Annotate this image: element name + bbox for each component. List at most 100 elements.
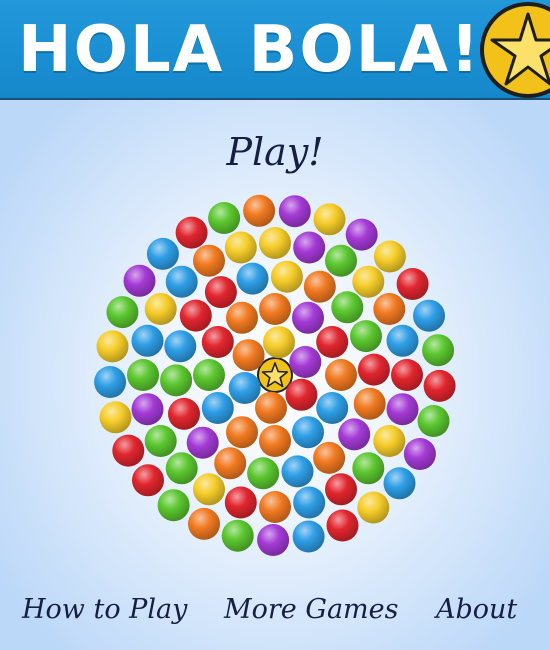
ball-yellow[interactable] [357,491,390,524]
ball-blue[interactable] [94,366,127,398]
ball-green[interactable] [221,519,254,552]
about-link[interactable]: About [436,586,517,634]
ball-red[interactable] [201,326,234,358]
ball-yellow[interactable] [313,203,346,236]
ball-orange[interactable] [193,244,225,277]
ball-blue[interactable] [292,520,325,553]
ball-green[interactable] [160,364,193,397]
ball-purple[interactable] [338,418,371,451]
ball-purple[interactable] [186,426,219,459]
ball-red[interactable] [168,397,200,430]
ball-yellow[interactable] [263,326,295,359]
ball-yellow[interactable] [224,231,257,264]
ball-orange[interactable] [226,301,258,334]
how-to-play-link[interactable]: How to Play [22,586,187,634]
ball-purple[interactable] [257,524,290,556]
ball-purple[interactable] [292,301,324,334]
ball-green[interactable] [157,489,190,522]
ball-green[interactable] [127,359,159,391]
play-button[interactable]: Play! [175,124,375,180]
ball-orange[interactable] [325,359,357,391]
ball-blue[interactable] [236,262,269,295]
ball-orange[interactable] [226,416,258,449]
ball-green[interactable] [325,244,357,277]
ball-purple[interactable] [345,218,378,251]
ball-orange[interactable] [313,441,346,474]
ball-yellow[interactable] [144,293,177,325]
ball-blue[interactable] [146,237,179,270]
ball-orange[interactable] [232,339,265,372]
ball-red[interactable] [224,486,257,519]
game-logo-title: HOLA BOLA! [18,13,482,87]
ball-red[interactable] [423,369,456,402]
ball-yellow[interactable] [193,473,225,506]
ball-green[interactable] [106,296,139,329]
ball-yellow[interactable] [373,240,406,273]
ball-red[interactable] [179,299,212,332]
ball-green[interactable] [350,320,382,353]
ball-green[interactable] [247,457,280,490]
ball-red[interactable] [326,509,359,542]
ball-blue[interactable] [386,324,419,357]
ball-blue[interactable] [201,392,234,424]
ball-orange[interactable] [259,491,291,523]
ball-blue[interactable] [413,299,445,332]
ball-orange[interactable] [259,425,291,457]
ball-orange[interactable] [353,387,386,420]
bottom-nav: How to Play More Games About [0,586,550,636]
ball-red[interactable] [396,268,429,300]
ball-green[interactable] [422,334,455,367]
ball-red[interactable] [132,464,164,497]
ball-purple[interactable] [403,438,436,470]
ball-green[interactable] [165,452,198,485]
ball-blue[interactable] [228,372,261,404]
ball-purple[interactable] [278,195,311,228]
ball-field[interactable] [0,190,550,570]
ball-orange[interactable] [373,293,406,325]
ball-green[interactable] [193,359,225,391]
ball-green[interactable] [144,425,177,457]
ball-blue[interactable] [281,455,314,488]
ball-orange[interactable] [188,507,220,540]
ball-blue[interactable] [164,330,197,363]
ball-orange[interactable] [243,194,276,227]
ball-green[interactable] [331,291,364,324]
ball-yellow[interactable] [373,425,406,457]
ball-yellow[interactable] [352,265,385,298]
ball-green[interactable] [417,405,450,437]
ball-purple[interactable] [123,264,156,297]
ball-red[interactable] [391,359,423,391]
ball-red[interactable] [325,473,357,506]
ball-red[interactable] [357,353,390,386]
ball-yellow[interactable] [99,401,132,434]
ball-blue[interactable] [383,467,416,500]
ball-blue[interactable] [316,392,349,424]
ball-red[interactable] [285,378,318,411]
ball-purple[interactable] [289,346,322,378]
ball-yellow[interactable] [270,260,303,293]
ball-red[interactable] [316,326,349,358]
ball-orange[interactable] [214,447,247,480]
ball-purple[interactable] [293,231,326,264]
ball-blue[interactable] [292,416,324,449]
center-star-ball[interactable] [257,357,293,393]
header-bar: HOLA BOLA! [0,0,550,100]
ball-green[interactable] [352,452,385,485]
ball-blue[interactable] [165,265,198,298]
ball-yellow[interactable] [259,227,291,259]
ball-green[interactable] [208,202,241,234]
ball-yellow[interactable] [96,330,129,363]
ball-purple[interactable] [386,393,419,426]
ball-orange[interactable] [303,270,336,303]
more-games-link[interactable]: More Games [224,586,398,634]
ball-cluster[interactable] [94,194,456,556]
ball-orange[interactable] [255,391,287,424]
ball-red[interactable] [112,434,145,467]
ball-blue[interactable] [131,324,164,357]
ball-red[interactable] [175,216,208,249]
star-ball-icon [480,2,550,98]
ball-purple[interactable] [131,393,164,426]
ball-orange[interactable] [259,293,291,325]
ball-red[interactable] [204,276,237,309]
ball-blue[interactable] [293,486,326,519]
